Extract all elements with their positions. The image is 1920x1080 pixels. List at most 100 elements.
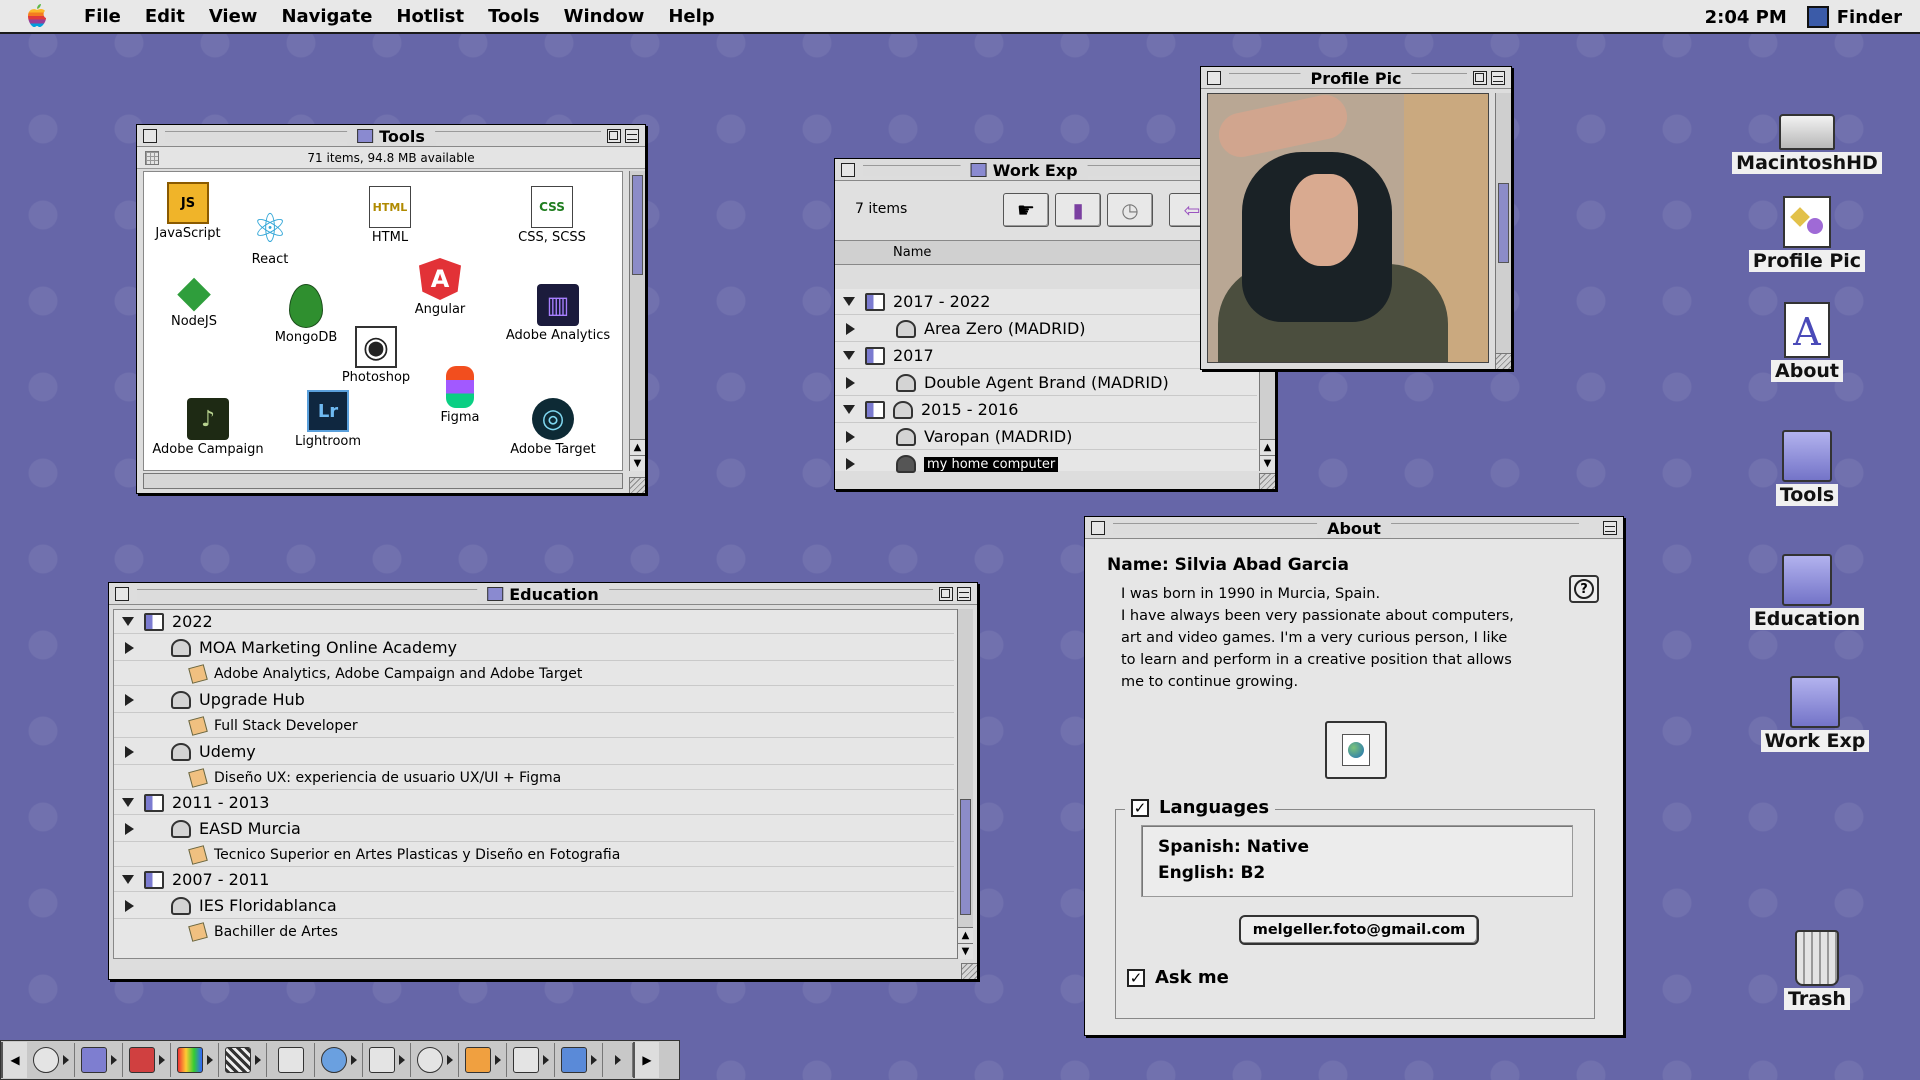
workexp-row-group[interactable]: 2015 - 2016 xyxy=(835,397,1257,423)
menu-help[interactable]: Help xyxy=(656,6,726,27)
menu-navigate[interactable]: Navigate xyxy=(269,6,384,27)
strip-sound-module[interactable] xyxy=(363,1043,411,1077)
strip-arrow-module[interactable] xyxy=(603,1043,633,1077)
strip-monitor-depth-module[interactable] xyxy=(171,1043,219,1077)
disclosure-closed-icon[interactable] xyxy=(125,745,134,758)
scroll-thumb[interactable] xyxy=(632,175,643,275)
menu-hotlist[interactable]: Hotlist xyxy=(384,6,476,27)
workexp-row-group[interactable]: 2017 xyxy=(835,343,1257,369)
education-row-detail[interactable]: Adobe Analytics, Adobe Campaign and Adob… xyxy=(114,662,954,686)
disclosure-closed-icon[interactable] xyxy=(846,430,855,443)
disclosure-closed-icon[interactable] xyxy=(846,322,855,335)
email-button[interactable]: melgeller.foto@gmail.com xyxy=(1239,915,1479,945)
close-box-icon[interactable] xyxy=(841,163,855,177)
menu-window[interactable]: Window xyxy=(552,6,657,27)
tool-html[interactable]: HTML HTML xyxy=(330,186,450,245)
tool-angular[interactable]: A Angular xyxy=(380,258,500,317)
scroll-down-arrow-icon[interactable]: ▼ xyxy=(958,943,973,959)
tool-css[interactable]: CSS CSS, SCSS xyxy=(492,186,612,245)
close-box-icon[interactable] xyxy=(1207,71,1221,85)
resize-grip-icon[interactable] xyxy=(1259,473,1275,489)
education-row-item[interactable]: MOA Marketing Online Academy xyxy=(114,635,954,661)
windowshade-box-icon[interactable] xyxy=(957,587,971,601)
about-titlebar[interactable]: About xyxy=(1085,517,1623,539)
workexp-row-group[interactable]: 2017 - 2022 xyxy=(835,289,1257,315)
zoom-box-icon[interactable] xyxy=(607,129,621,143)
desktop-icon-work-exp[interactable]: Work Exp xyxy=(1740,676,1890,752)
hand-pointer-button[interactable]: ☛ xyxy=(1003,193,1049,227)
tools-horizontal-scrollbar[interactable] xyxy=(143,473,623,489)
strip-right-tab[interactable]: ▶ xyxy=(633,1042,659,1078)
strip-bit-depth-module[interactable] xyxy=(219,1043,267,1077)
menu-view[interactable]: View xyxy=(197,6,270,27)
scroll-up-arrow-icon[interactable]: ▲ xyxy=(1260,439,1275,455)
strip-search-module[interactable] xyxy=(315,1043,363,1077)
disclosure-open-icon[interactable] xyxy=(843,297,855,306)
scroll-up-arrow-icon[interactable]: ▲ xyxy=(630,439,645,455)
desktop-icon-about[interactable]: A About xyxy=(1732,302,1882,382)
scroll-down-arrow-icon[interactable]: ▼ xyxy=(630,455,645,471)
disclosure-closed-icon[interactable] xyxy=(125,899,134,912)
strip-display-module[interactable] xyxy=(267,1043,315,1077)
desktop-icon-profile-pic[interactable]: Profile Pic xyxy=(1732,196,1882,272)
strip-tools-module[interactable] xyxy=(459,1043,507,1077)
workexp-row-item[interactable]: Area Zero (MADRID) xyxy=(835,316,1257,342)
disclosure-open-icon[interactable] xyxy=(122,875,134,884)
education-row-item[interactable]: EASD Murcia xyxy=(114,816,954,842)
scroll-thumb[interactable] xyxy=(960,799,971,915)
scroll-down-arrow-icon[interactable]: ▼ xyxy=(1260,455,1275,471)
education-row-group[interactable]: 2022 xyxy=(114,610,954,634)
strip-folder-module[interactable] xyxy=(75,1043,123,1077)
close-box-icon[interactable] xyxy=(1091,521,1105,535)
disclosure-open-icon[interactable] xyxy=(122,798,134,807)
profile-titlebar[interactable]: Profile Pic xyxy=(1201,67,1511,89)
education-vertical-scrollbar[interactable]: ▲ ▼ xyxy=(957,609,973,959)
apple-menu-icon[interactable] xyxy=(22,4,52,28)
desktop-icon-tools[interactable]: Tools xyxy=(1732,430,1882,506)
disclosure-closed-icon[interactable] xyxy=(125,693,134,706)
education-titlebar[interactable]: Education xyxy=(109,583,977,605)
education-row-detail[interactable]: Diseño UX: experiencia de usuario UX/UI … xyxy=(114,766,954,790)
desktop-icon-trash[interactable]: Trash xyxy=(1742,930,1892,1010)
profile-vertical-scrollbar[interactable] xyxy=(1495,93,1511,353)
strip-appletalk-module[interactable] xyxy=(123,1043,171,1077)
disclosure-open-icon[interactable] xyxy=(843,351,855,360)
menu-file[interactable]: File xyxy=(72,6,133,27)
menubar-clock[interactable]: 2:04 PM xyxy=(1705,7,1793,28)
close-box-icon[interactable] xyxy=(115,587,129,601)
workexp-row-item-selected[interactable]: my home computer xyxy=(835,451,1257,477)
help-button[interactable]: ? xyxy=(1569,575,1599,603)
tool-adobe-target[interactable]: ◎ Adobe Target xyxy=(488,398,618,457)
history-clock-button[interactable]: ◷ xyxy=(1107,193,1153,227)
ask-me-checkbox[interactable]: ✓ xyxy=(1127,968,1145,987)
website-button[interactable] xyxy=(1325,721,1387,779)
strip-speech-module[interactable] xyxy=(411,1043,459,1077)
windowshade-box-icon[interactable] xyxy=(1603,521,1617,535)
disclosure-closed-icon[interactable] xyxy=(125,822,134,835)
zoom-box-icon[interactable] xyxy=(1473,71,1487,85)
application-menu[interactable]: Finder xyxy=(1806,6,1902,28)
strip-music-module[interactable] xyxy=(555,1043,603,1077)
tools-vertical-scrollbar[interactable]: ▲ ▼ xyxy=(629,171,645,471)
tool-react[interactable]: ⚛ React xyxy=(210,206,330,267)
education-row-item[interactable]: Upgrade Hub xyxy=(114,687,954,713)
ask-me-option[interactable]: ✓ Ask me xyxy=(1127,967,1229,988)
education-row-item[interactable]: IES Floridablanca xyxy=(114,893,954,919)
scroll-thumb[interactable] xyxy=(1498,183,1509,263)
tool-lightroom[interactable]: Lr Lightroom xyxy=(268,390,388,449)
disclosure-closed-icon[interactable] xyxy=(846,376,855,389)
strip-printer-module[interactable] xyxy=(507,1043,555,1077)
windowshade-box-icon[interactable] xyxy=(1491,71,1505,85)
resize-grip-icon[interactable] xyxy=(629,477,645,493)
education-row-detail[interactable]: Bachiller de Artes xyxy=(114,920,954,944)
strip-cd-module[interactable] xyxy=(27,1043,75,1077)
disclosure-open-icon[interactable] xyxy=(843,405,855,414)
menu-tools[interactable]: Tools xyxy=(476,6,552,27)
tool-adobe-campaign[interactable]: ♪ Adobe Campaign xyxy=(138,398,278,457)
tool-nodejs[interactable]: ◆ NodeJS xyxy=(134,266,254,330)
workexp-row-item[interactable]: Varopan (MADRID) xyxy=(835,424,1257,450)
disclosure-open-icon[interactable] xyxy=(122,617,134,626)
tool-adobe-analytics[interactable]: ▥ Adobe Analytics xyxy=(488,284,628,343)
workexp-row-item[interactable]: Double Agent Brand (MADRID) xyxy=(835,370,1257,396)
desktop-icon-education[interactable]: Education xyxy=(1732,554,1882,630)
